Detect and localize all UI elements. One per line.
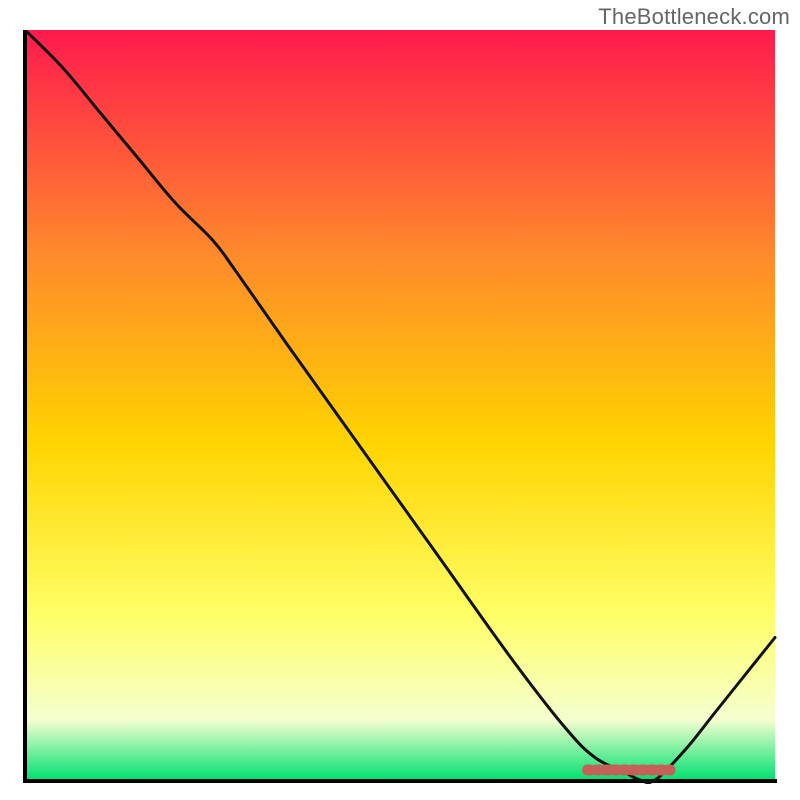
chart-canvas: TheBottleneck.com [0,0,800,800]
plot-svg [23,30,777,784]
watermark-text: TheBottleneck.com [598,4,790,30]
plot-area [23,30,777,784]
gradient-background [25,30,775,780]
